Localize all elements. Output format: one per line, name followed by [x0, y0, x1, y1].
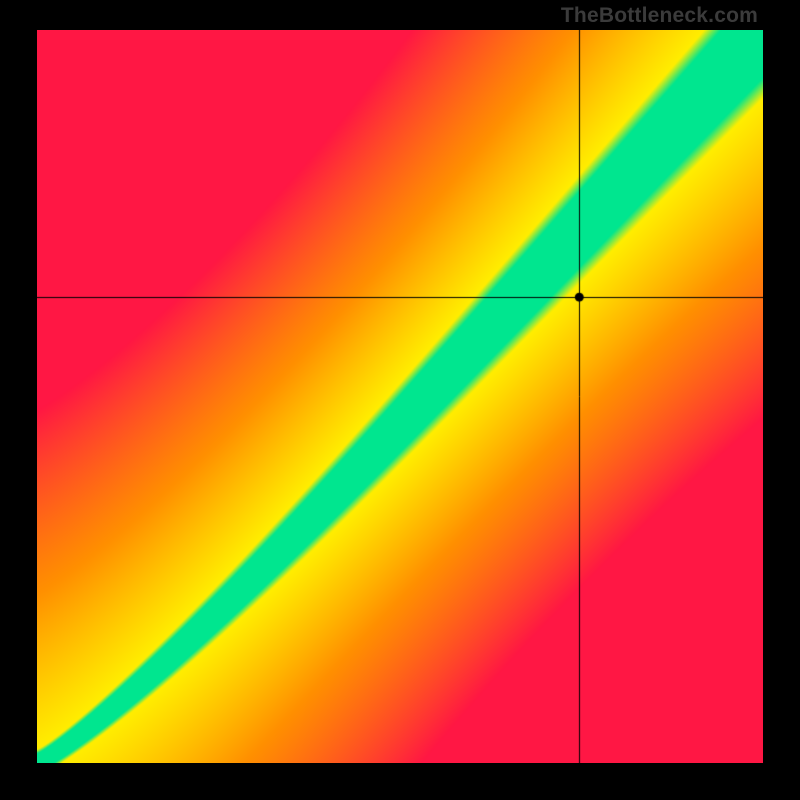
heatmap-canvas [37, 30, 763, 763]
watermark-text: TheBottleneck.com [561, 4, 758, 28]
chart-frame: TheBottleneck.com [0, 0, 800, 800]
heatmap-plot [37, 30, 763, 763]
